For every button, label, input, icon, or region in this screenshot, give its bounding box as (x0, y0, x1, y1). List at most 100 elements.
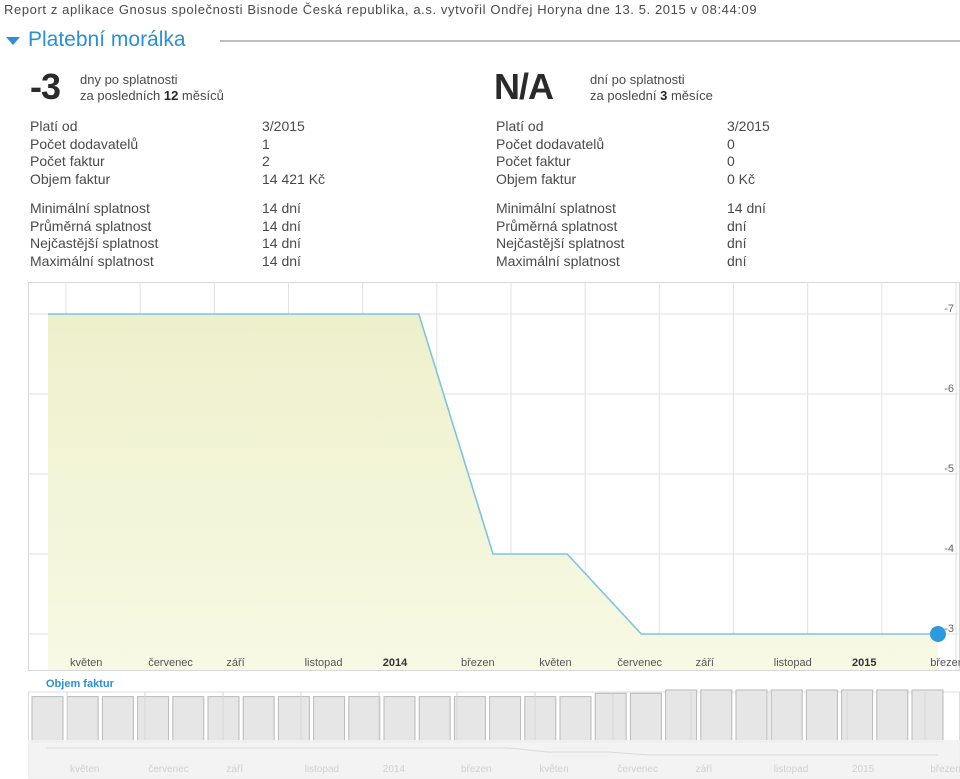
stat-value: 3/2015 (262, 118, 305, 134)
x-tick-label: březen (461, 657, 495, 669)
navigator-bar (770, 689, 803, 743)
navigator-bar (700, 689, 733, 743)
navigator-bar (242, 696, 275, 743)
stat-value: 14 421 Kč (262, 170, 326, 187)
payment-morality-chart[interactable]: -7 -6 -5 -4 -3 květen červenec září listopad 2014… (28, 282, 960, 779)
right-metric-label: dní po splatnosti (590, 72, 685, 87)
stat-label: Počet dodavatelů (30, 135, 139, 152)
x-tick-label: září (226, 657, 244, 669)
navigator-bar (489, 696, 522, 743)
chart-svg[interactable]: -7 -6 -5 -4 -3 květen červenec září listopad 2014… (28, 282, 960, 779)
y-tick-label: -3 (944, 623, 954, 635)
stat-label: Objem faktur (496, 170, 577, 187)
left-metric-label: dny po splatnosti (80, 72, 178, 87)
stat-label: Počet faktur (496, 153, 571, 169)
stat-label: Počet faktur (30, 153, 105, 169)
navigator-bar (911, 689, 944, 743)
stat-value: 0 (727, 135, 735, 152)
x-tick-label: 2015 (852, 657, 876, 669)
section-divider (220, 40, 960, 42)
stat-value: 14 dní (262, 235, 301, 251)
navigator-bar (629, 692, 662, 743)
stat-label: Minimální splatnost (496, 200, 616, 216)
x-tick-label: květen (70, 657, 102, 669)
navigator-bar (348, 696, 381, 743)
y-tick-label: -7 (944, 303, 954, 315)
stat-value: 2 (262, 153, 270, 169)
section-header: Platební morálka (6, 28, 960, 54)
stat-label: Průměrná splatnost (30, 217, 152, 234)
navigator-bar (805, 689, 838, 743)
navigator-tick-label: březen (461, 764, 492, 775)
stat-label: Maximální splatnost (496, 252, 620, 269)
stat-label: Nejčastější splatnost (496, 235, 625, 251)
navigator-bar (876, 689, 909, 743)
y-tick-label: -4 (944, 543, 954, 555)
navigator-tick-label: květen (70, 764, 99, 775)
navigator-tick-label: březen (930, 764, 960, 775)
x-tick-label: červenec (617, 657, 662, 669)
navigator-bar (418, 696, 451, 743)
x-tick-label: listopad (774, 657, 812, 669)
navigator-tick-label: listopad (305, 764, 339, 775)
y-tick-label: -5 (944, 463, 954, 475)
legend-objem-faktur[interactable]: Objem faktur (46, 678, 115, 690)
navigator-bar (101, 696, 134, 743)
stat-value: 14 dní (727, 200, 766, 216)
navigator-bar (137, 696, 170, 743)
navigator-tick-label: 2015 (852, 764, 875, 775)
x-tick-label: květen (539, 657, 571, 669)
stat-label: Objem faktur (30, 170, 111, 187)
navigator-tick-label: 2014 (383, 764, 406, 775)
navigator-bar (841, 689, 874, 743)
stat-value: 0 Kč (727, 170, 756, 187)
navigator-bar (383, 696, 416, 743)
stat-label: Maximální splatnost (30, 252, 154, 269)
right-metric-period: za poslední 3 měsíce (590, 88, 713, 103)
navigator-bar (172, 696, 205, 743)
navigator-tick-label: červenec (617, 764, 658, 775)
navigator-bar (594, 692, 627, 743)
navigator-bar (277, 696, 310, 743)
stat-label: Minimální splatnost (30, 200, 150, 216)
stat-label: Platí od (30, 118, 78, 134)
stat-value: dní (727, 252, 747, 269)
navigator-tick-label: květen (539, 764, 568, 775)
left-metric-period: za posledních 12 měsíců (80, 88, 224, 103)
x-tick-label: březen (930, 657, 960, 669)
navigator-bar (453, 696, 486, 743)
stat-value: 14 dní (262, 200, 301, 216)
navigator-bar (665, 689, 698, 743)
stat-value: 14 dní (262, 252, 301, 269)
y-tick-label: -6 (944, 383, 954, 395)
section-title[interactable]: Platební morálka (28, 28, 186, 52)
report-header: Report z aplikace Gnosus společnosti Bis… (4, 2, 758, 17)
x-tick-label: listopad (305, 657, 343, 669)
navigator-bar (31, 696, 64, 743)
stat-label: Platí od (496, 118, 544, 134)
navigator-bar (313, 696, 346, 743)
navigator-tick-label: září (696, 764, 713, 775)
x-tick-label: září (696, 657, 714, 669)
x-tick-label: červenec (148, 657, 193, 669)
stat-value: 3/2015 (727, 118, 770, 134)
navigator-bar (559, 696, 592, 743)
stat-value: 0 (727, 153, 735, 169)
x-tick-label: 2014 (383, 657, 408, 669)
collapse-triangle-icon[interactable] (6, 37, 20, 45)
navigator-bar (66, 696, 99, 743)
stat-label: Nejčastější splatnost (30, 235, 159, 251)
right-metric-value: N/A (494, 66, 554, 107)
left-metric-value: -3 (30, 66, 61, 107)
stat-label: Průměrná splatnost (496, 217, 618, 234)
navigator-bar (524, 696, 557, 743)
stat-value: dní (727, 235, 747, 251)
navigator-bar (735, 689, 768, 743)
navigator-tick-label: září (226, 764, 243, 775)
stat-value: dní (727, 217, 747, 234)
stat-value: 1 (262, 135, 270, 152)
navigator-tick-label: červenec (148, 764, 189, 775)
stat-label: Počet dodavatelů (496, 135, 605, 152)
navigator-tick-label: listopad (774, 764, 808, 775)
stat-value: 14 dní (262, 217, 301, 234)
